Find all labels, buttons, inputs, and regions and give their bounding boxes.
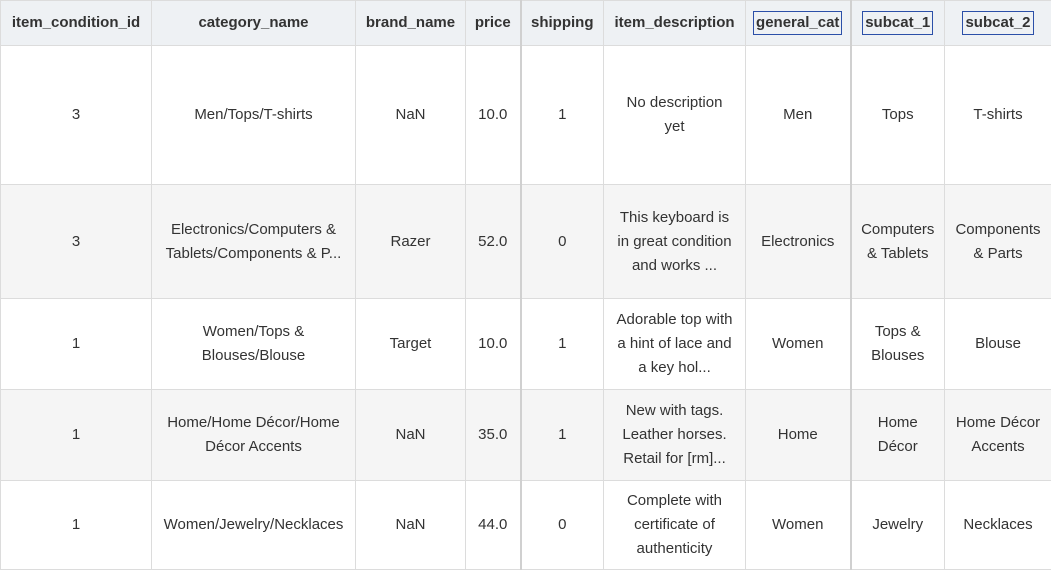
cell-item-description: New with tags. Leather horses. Retail fo… <box>604 390 746 481</box>
cell-general-cat: Women <box>746 299 851 390</box>
cell-general-cat: Women <box>746 481 851 570</box>
cell-brand-name: NaN <box>356 390 466 481</box>
cell-item-condition-id: 1 <box>1 390 152 481</box>
cell-brand-name: NaN <box>356 481 466 570</box>
cell-price: 44.0 <box>466 481 521 570</box>
cell-subcat-1: Home Décor <box>851 390 945 481</box>
header-row: item_condition_id category_name brand_na… <box>1 1 1051 46</box>
cell-price: 52.0 <box>466 185 521 299</box>
cell-subcat-1: Tops & Blouses <box>851 299 945 390</box>
cell-item-condition-id: 1 <box>1 481 152 570</box>
cell-shipping: 1 <box>521 46 604 185</box>
col-header-subcat-2[interactable]: subcat_2 <box>945 1 1051 46</box>
table-row: 1 Home/Home Décor/Home Décor Accents NaN… <box>1 390 1051 481</box>
cell-general-cat: Electronics <box>746 185 851 299</box>
cell-price: 10.0 <box>466 46 521 185</box>
cell-shipping: 0 <box>521 185 604 299</box>
cell-brand-name: Target <box>356 299 466 390</box>
cell-item-condition-id: 3 <box>1 185 152 299</box>
col-header-category-name[interactable]: category_name <box>152 1 356 46</box>
cell-price: 35.0 <box>466 390 521 481</box>
cell-subcat-2: Components & Parts <box>945 185 1051 299</box>
cell-category-name: Electronics/Computers & Tablets/Componen… <box>152 185 356 299</box>
dataframe-table: item_condition_id category_name brand_na… <box>0 0 1051 570</box>
col-header-brand-name[interactable]: brand_name <box>356 1 466 46</box>
cell-subcat-2: T-shirts <box>945 46 1051 185</box>
table-row: 3 Electronics/Computers & Tablets/Compon… <box>1 185 1051 299</box>
table-row: 1 Women/Tops & Blouses/Blouse Target 10.… <box>1 299 1051 390</box>
cell-category-name: Women/Tops & Blouses/Blouse <box>152 299 356 390</box>
cell-category-name: Home/Home Décor/Home Décor Accents <box>152 390 356 481</box>
cell-brand-name: Razer <box>356 185 466 299</box>
cell-item-condition-id: 3 <box>1 46 152 185</box>
table-row: 3 Men/Tops/T-shirts NaN 10.0 1 No descri… <box>1 46 1051 185</box>
cell-brand-name: NaN <box>356 46 466 185</box>
cell-category-name: Men/Tops/T-shirts <box>152 46 356 185</box>
cell-category-name: Women/Jewelry/Necklaces <box>152 481 356 570</box>
cell-shipping: 1 <box>521 299 604 390</box>
cell-shipping: 0 <box>521 481 604 570</box>
col-header-subcat-1[interactable]: subcat_1 <box>851 1 945 46</box>
cell-subcat-1: Tops <box>851 46 945 185</box>
cell-shipping: 1 <box>521 390 604 481</box>
col-header-item-description[interactable]: item_description <box>604 1 746 46</box>
cell-general-cat: Home <box>746 390 851 481</box>
cell-price: 10.0 <box>466 299 521 390</box>
cell-item-condition-id: 1 <box>1 299 152 390</box>
col-header-price[interactable]: price <box>466 1 521 46</box>
cell-subcat-2: Necklaces <box>945 481 1051 570</box>
cell-subcat-2: Home Décor Accents <box>945 390 1051 481</box>
col-header-shipping[interactable]: shipping <box>521 1 604 46</box>
table-row: 1 Women/Jewelry/Necklaces NaN 44.0 0 Com… <box>1 481 1051 570</box>
cell-subcat-1: Jewelry <box>851 481 945 570</box>
cell-item-description: This keyboard is in great condition and … <box>604 185 746 299</box>
cell-subcat-2: Blouse <box>945 299 1051 390</box>
col-header-general-cat[interactable]: general_cat <box>746 1 851 46</box>
cell-general-cat: Men <box>746 46 851 185</box>
cell-item-description: Complete with certificate of authenticit… <box>604 481 746 570</box>
cell-subcat-1: Computers & Tablets <box>851 185 945 299</box>
col-header-item-condition-id[interactable]: item_condition_id <box>1 1 152 46</box>
cell-item-description: Adorable top with a hint of lace and a k… <box>604 299 746 390</box>
cell-item-description: No description yet <box>604 46 746 185</box>
